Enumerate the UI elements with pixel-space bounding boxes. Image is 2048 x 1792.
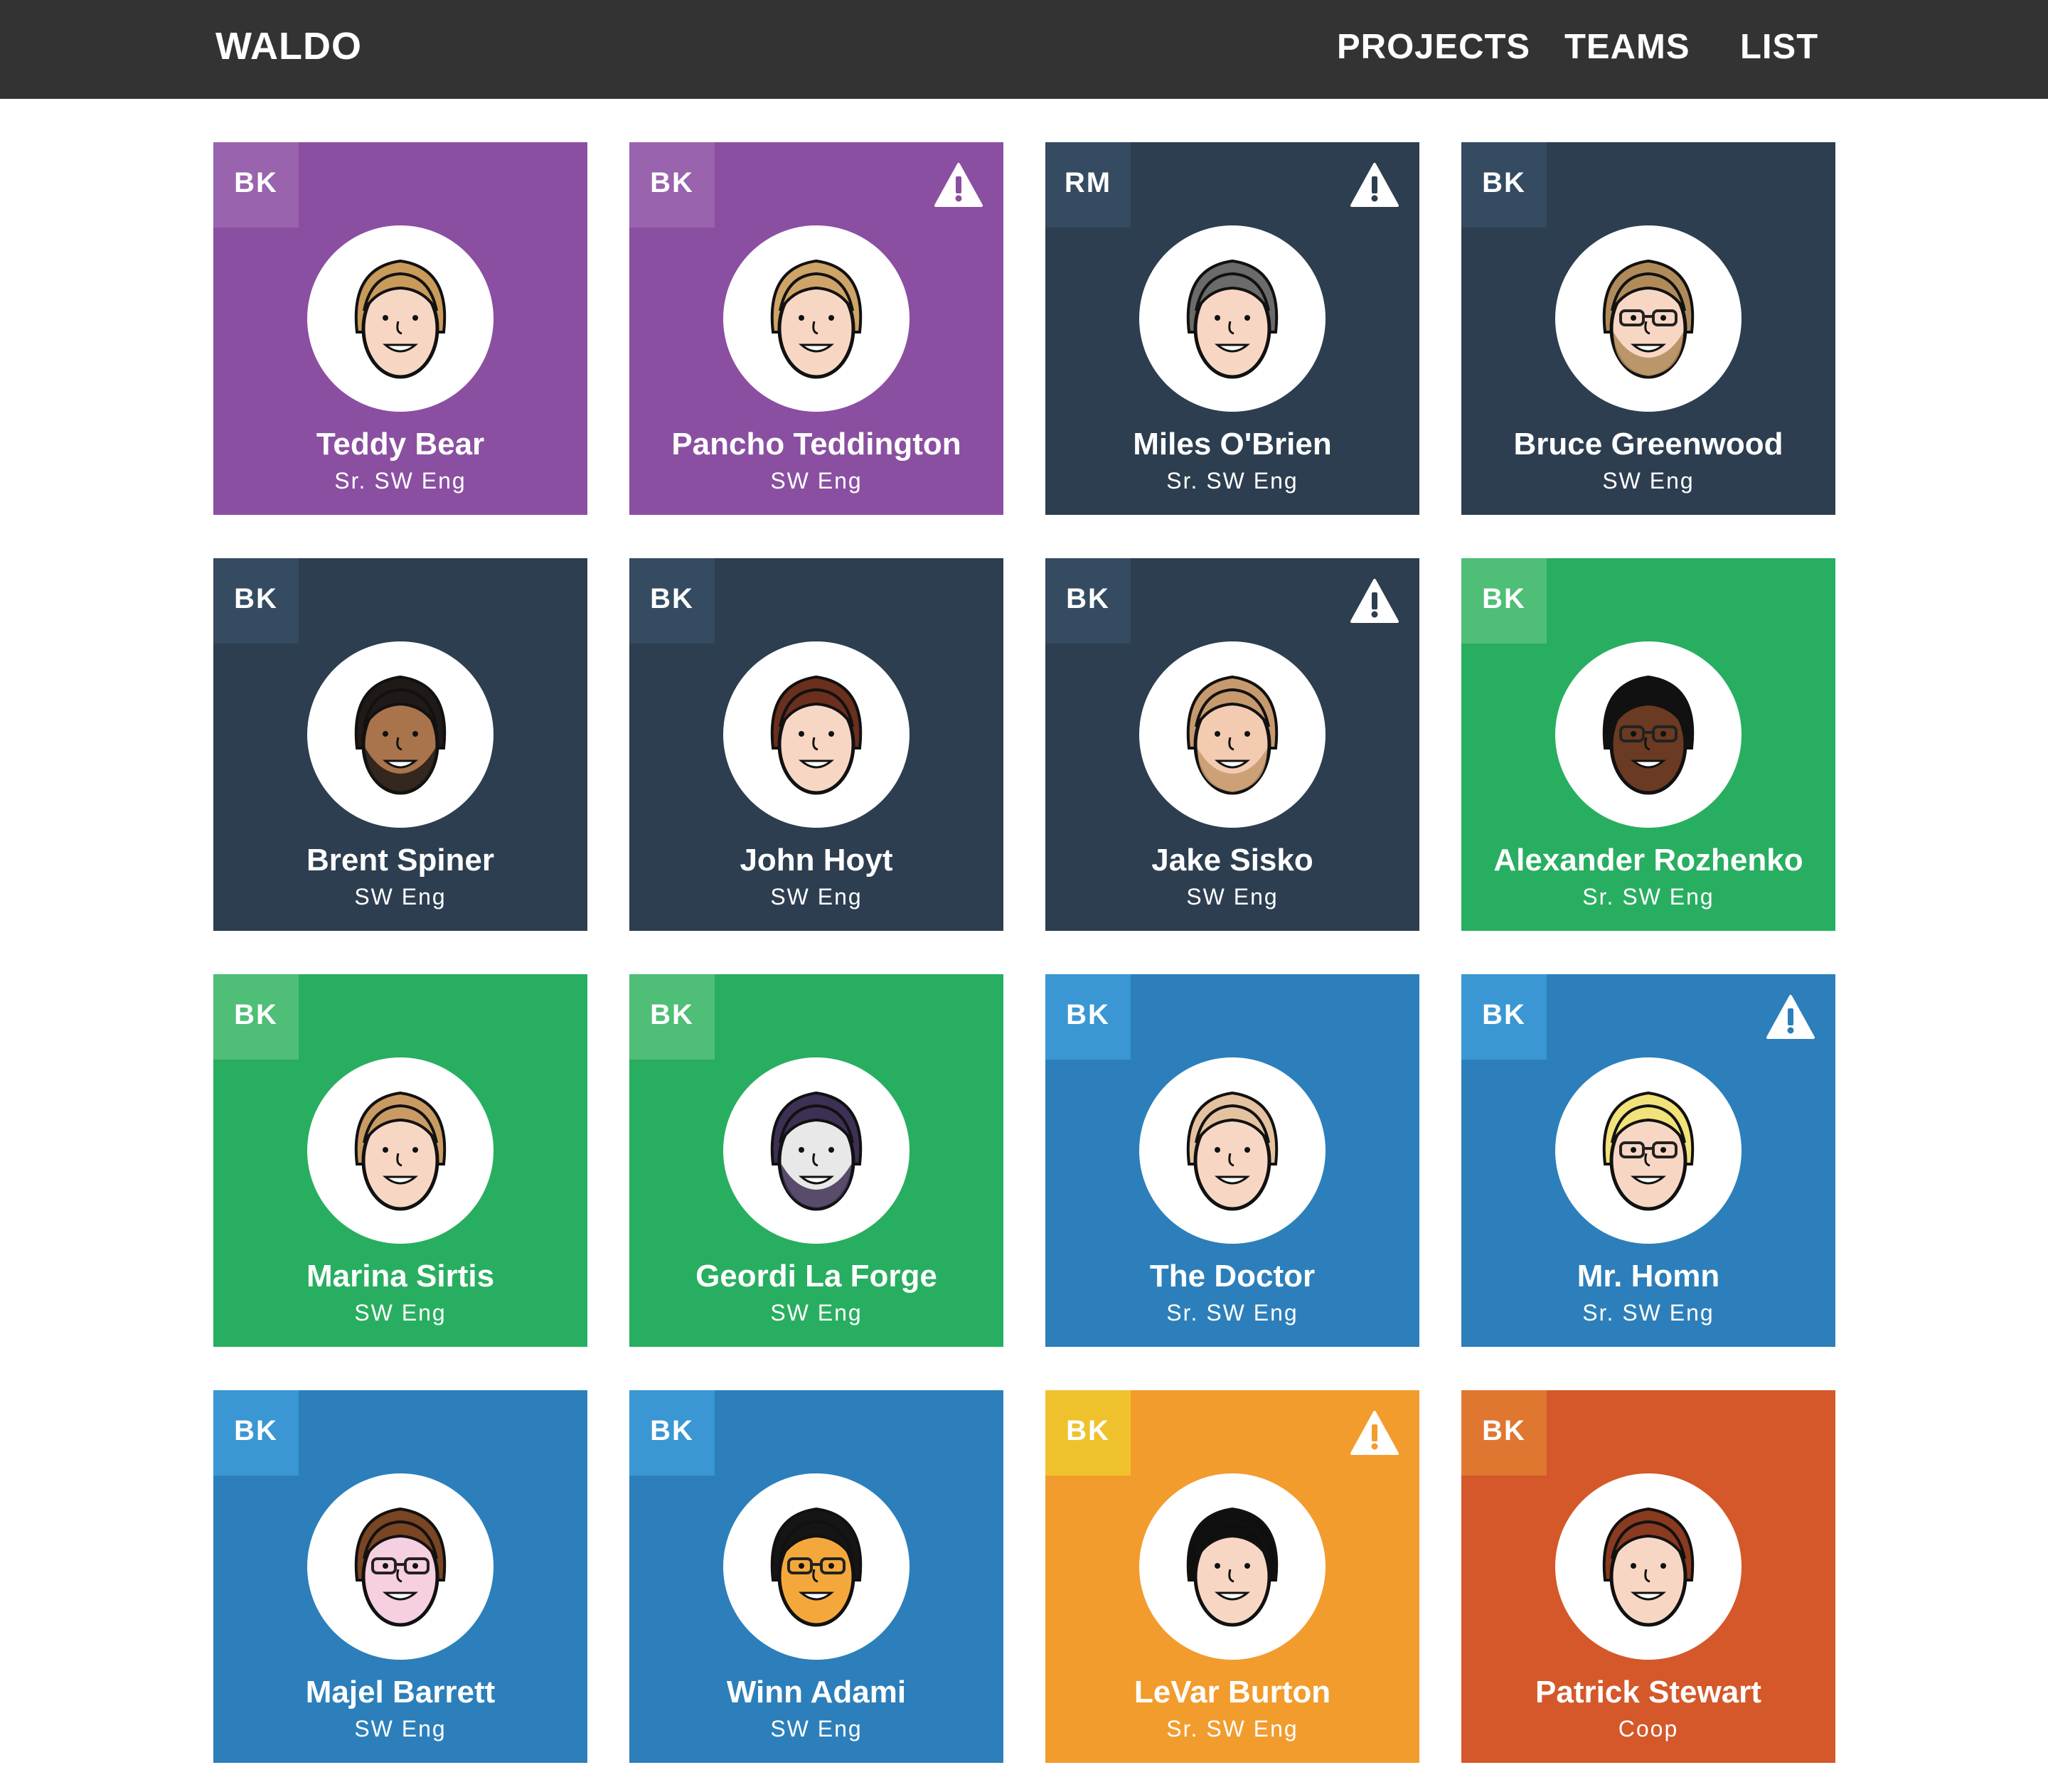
person-role: SW Eng — [770, 884, 863, 910]
person-card[interactable]: BK Mr. Homn Sr. SW Eng — [1461, 974, 1835, 1347]
team-badge: BK — [213, 142, 299, 228]
person-name: Mr. Homn — [1577, 1259, 1720, 1294]
person-name: Miles O'Brien — [1133, 427, 1332, 462]
avatar — [307, 225, 494, 412]
person-card[interactable]: BK Marina Sirtis SW Eng — [213, 974, 587, 1347]
person-name: Pancho Teddington — [671, 427, 961, 462]
person-card[interactable]: BK LeVar Burton Sr. SW Eng — [1045, 1390, 1419, 1763]
avatar — [1555, 225, 1742, 412]
avatar — [1139, 1473, 1326, 1660]
person-card[interactable]: BK John Hoyt SW Eng — [629, 558, 1003, 931]
person-name: Winn Adami — [726, 1675, 907, 1710]
person-card[interactable]: BK The Doctor Sr. SW Eng — [1045, 974, 1419, 1347]
avatar — [723, 1473, 910, 1660]
person-name: Brent Spiner — [306, 843, 495, 878]
warning-icon[interactable] — [1766, 994, 1815, 1040]
person-role: Sr. SW Eng — [1166, 1300, 1298, 1326]
team-badge: BK — [1045, 974, 1131, 1060]
team-badge: BK — [629, 1390, 715, 1476]
avatar — [723, 1057, 910, 1244]
person-name: Majel Barrett — [305, 1675, 496, 1710]
warning-icon[interactable] — [1350, 578, 1399, 624]
avatar — [307, 1473, 494, 1660]
person-card[interactable]: BK Jake Sisko SW Eng — [1045, 558, 1419, 931]
team-badge: BK — [1045, 1390, 1131, 1476]
person-role: SW Eng — [354, 884, 447, 910]
avatar — [1139, 1057, 1326, 1244]
person-card[interactable]: BK Patrick Stewart Coop — [1461, 1390, 1835, 1763]
person-card[interactable]: BK Bruce Greenwood SW Eng — [1461, 142, 1835, 515]
person-name: Bruce Greenwood — [1513, 427, 1783, 462]
team-badge: BK — [1461, 142, 1547, 228]
avatar — [1555, 1057, 1742, 1244]
team-badge: BK — [629, 974, 715, 1060]
person-card[interactable]: BK Alexander Rozhenko Sr. SW Eng — [1461, 558, 1835, 931]
person-role: Sr. SW Eng — [334, 468, 466, 494]
team-badge: BK — [213, 558, 299, 644]
person-name: The Doctor — [1149, 1259, 1316, 1294]
warning-icon[interactable] — [1350, 162, 1399, 208]
person-role: SW Eng — [354, 1716, 447, 1742]
team-badge: BK — [1461, 1390, 1547, 1476]
person-role: SW Eng — [1602, 468, 1695, 494]
person-role: Sr. SW Eng — [1166, 1716, 1298, 1742]
team-badge: BK — [1461, 974, 1547, 1060]
person-name: Marina Sirtis — [306, 1259, 495, 1294]
person-name: Alexander Rozhenko — [1493, 843, 1803, 878]
avatar — [307, 641, 494, 828]
avatar — [1555, 1473, 1742, 1660]
team-badge: BK — [1461, 558, 1547, 644]
team-badge: BK — [213, 1390, 299, 1476]
person-name: Teddy Bear — [316, 427, 485, 462]
person-card[interactable]: RM Miles O'Brien Sr. SW Eng — [1045, 142, 1419, 515]
person-role: Sr. SW Eng — [1166, 468, 1298, 494]
avatar — [723, 225, 910, 412]
avatar — [1139, 225, 1326, 412]
avatar — [1139, 641, 1326, 828]
person-role: SW Eng — [1186, 884, 1279, 910]
team-badge: BK — [629, 558, 715, 644]
person-card[interactable]: BK Pancho Teddington SW Eng — [629, 142, 1003, 515]
person-name: Geordi La Forge — [695, 1259, 937, 1294]
person-role: SW Eng — [354, 1300, 447, 1326]
avatar — [307, 1057, 494, 1244]
warning-icon[interactable] — [1350, 1410, 1399, 1456]
person-card[interactable]: BK Geordi La Forge SW Eng — [629, 974, 1003, 1347]
person-name: Patrick Stewart — [1535, 1675, 1761, 1710]
person-name: John Hoyt — [740, 843, 893, 878]
person-card[interactable]: BK Majel Barrett SW Eng — [213, 1390, 587, 1763]
person-role: SW Eng — [770, 1300, 863, 1326]
team-badge: RM — [1045, 142, 1131, 228]
person-role: SW Eng — [770, 1716, 863, 1742]
person-role: Sr. SW Eng — [1582, 1300, 1714, 1326]
person-card[interactable]: BK Teddy Bear Sr. SW Eng — [213, 142, 587, 515]
person-role: Coop — [1618, 1716, 1679, 1742]
team-badge: BK — [213, 974, 299, 1060]
person-card[interactable]: BK Winn Adami SW Eng — [629, 1390, 1003, 1763]
people-grid: BK Teddy Bear Sr. SW Eng BK Pancho Teddingto… — [0, 0, 2048, 1792]
team-badge: BK — [1045, 558, 1131, 644]
person-name: Jake Sisko — [1151, 843, 1313, 878]
person-name: LeVar Burton — [1134, 1675, 1331, 1710]
avatar — [1555, 641, 1742, 828]
team-badge: BK — [629, 142, 715, 228]
person-role: Sr. SW Eng — [1582, 884, 1714, 910]
avatar — [723, 641, 910, 828]
warning-icon[interactable] — [934, 162, 983, 208]
person-card[interactable]: BK Brent Spiner SW Eng — [213, 558, 587, 931]
person-role: SW Eng — [770, 468, 863, 494]
